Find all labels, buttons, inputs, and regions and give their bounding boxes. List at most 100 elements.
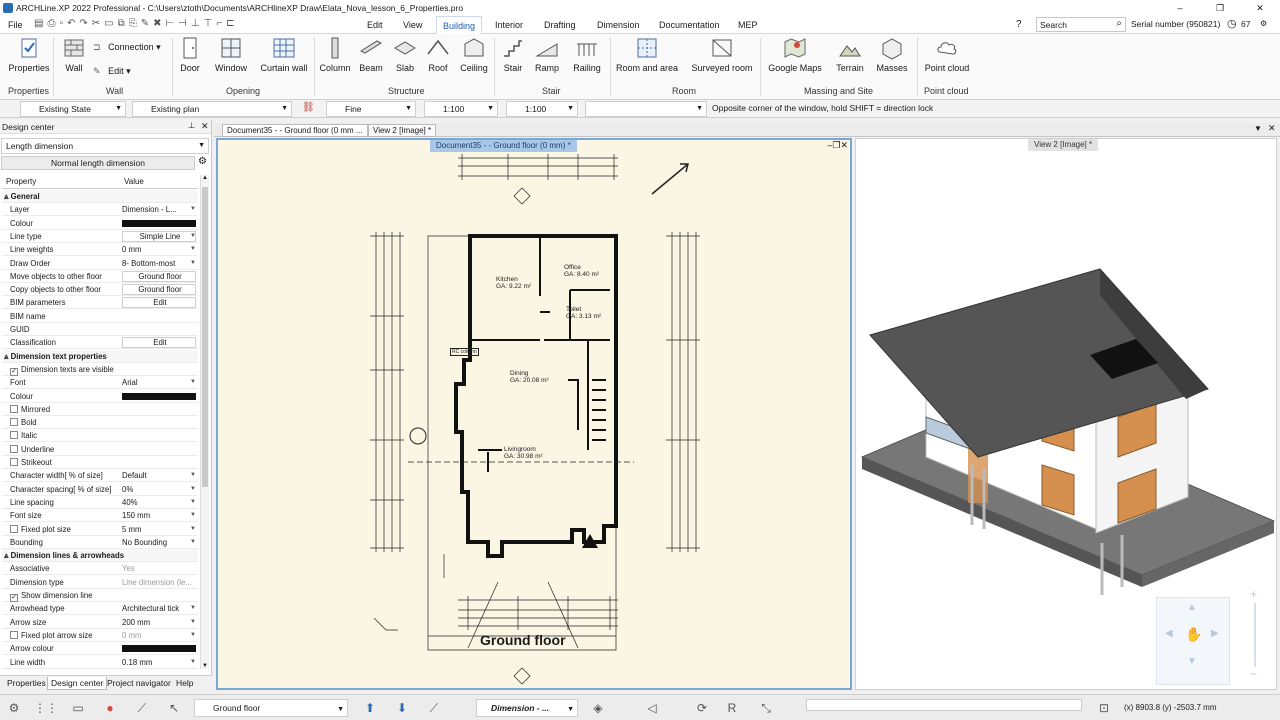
floor-plan-view[interactable]: Document35 - - Ground floor (0 mm) * –❐✕ [216, 138, 852, 690]
menu-building[interactable]: Building [436, 16, 483, 34]
normal-length-dimension-button[interactable]: Normal length dimension [1, 156, 195, 170]
properties-button[interactable]: Properties [8, 36, 50, 73]
dropdown-arrow-icon[interactable]: ▼ [190, 602, 196, 615]
collapse-icon[interactable]: ⩓ [4, 551, 11, 560]
property-row[interactable]: Classification Edit [2, 336, 198, 350]
tab-help[interactable]: Help [173, 677, 196, 689]
dropdown-arrow-icon[interactable]: ▼ [190, 203, 196, 216]
masses-button[interactable]: Masses [874, 36, 910, 73]
help-icon[interactable]: ? [1016, 19, 1022, 30]
maximize-button[interactable]: ❐ [1200, 0, 1240, 16]
menu-mep[interactable]: MEP [738, 16, 758, 34]
slope-icon[interactable]: ⟋ [132, 699, 152, 717]
property-row[interactable]: Arrowhead type Architectural tick ▼ [2, 602, 198, 616]
dropdown-arrow-icon[interactable]: ▼ [190, 509, 196, 522]
property-row[interactable]: Line width 0.18 mm ▼ [2, 656, 198, 669]
menu-drafting[interactable]: Drafting [544, 16, 576, 34]
tabs-menu-icon[interactable]: ▼ [1254, 124, 1262, 133]
checkbox[interactable] [10, 524, 18, 533]
ceiling-button[interactable]: Ceiling [458, 36, 490, 73]
scale-select-1[interactable]: 1:100 ▼ [424, 101, 498, 117]
fit-view-icon[interactable]: ⊡ [1094, 699, 1114, 717]
collapse-icon[interactable]: ⩓ [4, 352, 11, 361]
property-row[interactable]: Associative Yes [2, 562, 198, 576]
dropdown-arrow-icon[interactable]: ▼ [190, 376, 196, 389]
property-value[interactable] [122, 392, 196, 400]
property-value[interactable]: Yes [122, 562, 196, 575]
dropdown-arrow-icon[interactable]: ▼ [190, 230, 196, 243]
property-row[interactable]: Line weights 0 mm ▼ [2, 243, 198, 257]
property-value[interactable]: Architectural tick [122, 602, 196, 615]
doc-tab-plan[interactable]: Document35 - - Ground floor (0 mm ... [222, 124, 368, 137]
collapse-icon[interactable]: ⩓ [4, 192, 11, 201]
panel-scrollbar[interactable]: ▲ ▼ [200, 175, 209, 669]
property-value[interactable]: No Bounding [122, 536, 196, 549]
property-row[interactable]: Draw Order 8- Bottom-most ▼ [2, 257, 198, 270]
stair-tool-icon[interactable]: ⟋ [424, 699, 444, 717]
menu-view[interactable]: View [403, 16, 422, 34]
property-row[interactable]: Line type Simple Line ▼ [2, 230, 198, 243]
tab-project-navigator[interactable]: Project navigator [104, 677, 174, 689]
railing-button[interactable]: Railing [570, 36, 604, 73]
layer-select[interactable]: Dimension - ... ▼ [476, 699, 578, 717]
property-value[interactable]: Edit [122, 297, 196, 309]
property-value[interactable]: 0% [122, 483, 196, 496]
property-row[interactable]: Font Arial ▼ [2, 376, 198, 390]
quality-select[interactable]: Fine ▼ [326, 101, 416, 117]
property-value[interactable]: 200 mm [122, 616, 196, 629]
dropdown-arrow-icon[interactable]: ▼ [190, 616, 196, 629]
close-button[interactable]: ✕ [1240, 0, 1280, 16]
property-row[interactable]: Layer Dimension - L... ▼ [2, 203, 198, 217]
pin-icon[interactable]: ⊥ [188, 121, 195, 130]
search-box[interactable]: Search ⌕ [1036, 17, 1126, 32]
3d-view[interactable]: View 2 [Image] * ▲ ◀ ▶ ▼ ✋ + − [855, 138, 1277, 690]
property-row[interactable]: Colour [2, 217, 198, 230]
property-row[interactable]: Italic [2, 429, 198, 443]
property-value[interactable]: Line dimension (le... [122, 576, 196, 589]
pan-left-icon[interactable]: ◀ [1165, 628, 1173, 639]
property-value[interactable] [122, 645, 196, 653]
search-icon[interactable]: ⌕ [1116, 18, 1122, 29]
clock-icon[interactable]: ◷ [1227, 17, 1237, 30]
search-input[interactable]: Search [1040, 20, 1067, 30]
menu-documentation[interactable]: Documentation [659, 16, 720, 34]
scale-select-2[interactable]: 1:100 ▼ [506, 101, 578, 117]
layers-icon[interactable]: ◈ [588, 699, 608, 717]
property-value[interactable]: 0 mm [122, 629, 196, 642]
floor-select[interactable]: Ground floor ▼ [194, 699, 348, 717]
surveyed-room-button[interactable]: Surveyed room [690, 36, 754, 73]
property-row[interactable]: Fixed plot arrow size 0 mm ▼ [2, 629, 198, 642]
property-row[interactable]: Underline [2, 443, 198, 456]
minimize-button[interactable]: – [1160, 0, 1200, 16]
zoom-slider[interactable]: + − [1248, 587, 1262, 683]
property-row[interactable]: Line spacing 40% ▼ [2, 496, 198, 509]
value-input[interactable]: ▼ [585, 101, 707, 117]
property-row[interactable]: Mirrored [2, 403, 198, 416]
quick-access-icons[interactable]: ▤⎙▫↶↷✂▭⧉⎘✎✖⊢⊣⊥⊤⌐⊏ [34, 18, 239, 29]
floor-up-icon[interactable]: ⬆ [360, 699, 380, 717]
plan-select[interactable]: Existing plan ▼ [132, 101, 292, 117]
wall-button[interactable]: Wall [60, 36, 88, 73]
pan-up-icon[interactable]: ▲ [1187, 602, 1197, 613]
door-button[interactable]: Door [176, 36, 204, 73]
room-and-area-button[interactable]: Room and area [616, 36, 678, 73]
connect-icon[interactable]: ⤡ [756, 699, 776, 717]
navigation-widget[interactable]: ▲ ◀ ▶ ▼ ✋ [1156, 597, 1230, 685]
property-row[interactable]: Arrow colour [2, 642, 198, 656]
property-row[interactable]: Arrow size 200 mm ▼ [2, 616, 198, 629]
zoom-out-icon[interactable]: − [1250, 667, 1257, 681]
floor-down-icon[interactable]: ⬇ [392, 699, 412, 717]
dropdown-arrow-icon[interactable]: ▼ [190, 469, 196, 482]
property-row[interactable]: Move objects to other floor Ground floor [2, 270, 198, 283]
gear-icon[interactable]: ⚙ [198, 156, 207, 167]
property-value[interactable]: Ground floor [122, 284, 196, 296]
checkbox[interactable] [10, 458, 18, 466]
tab-design-center[interactable]: Design center [47, 677, 108, 690]
property-value[interactable]: 8- Bottom-most [122, 257, 196, 270]
property-value[interactable]: Default [122, 469, 196, 482]
property-value[interactable]: Arial [122, 376, 196, 389]
command-input[interactable] [806, 699, 1082, 711]
property-row[interactable]: ✓ Dimension texts are visible [2, 363, 198, 376]
property-row[interactable]: Font size 150 mm ▼ [2, 509, 198, 523]
column-button[interactable]: Column [318, 36, 352, 73]
